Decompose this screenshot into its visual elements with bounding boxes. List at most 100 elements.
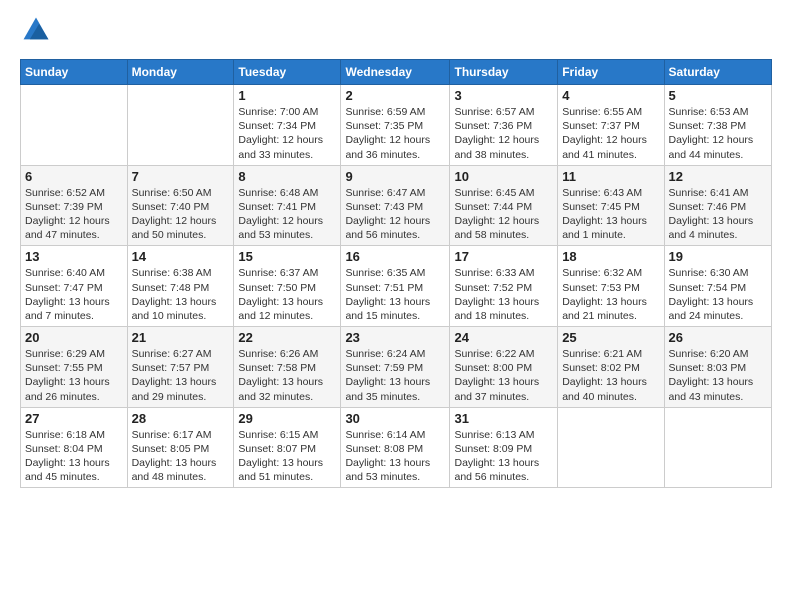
- logo-icon: [22, 16, 50, 44]
- day-number: 13: [25, 249, 123, 264]
- day-info: Sunrise: 6:14 AM Sunset: 8:08 PM Dayligh…: [345, 428, 445, 485]
- calendar-day-cell: [21, 85, 128, 166]
- calendar-day-cell: 26 Sunrise: 6:20 AM Sunset: 8:03 PM Dayli…: [664, 327, 771, 408]
- day-number: 10: [454, 169, 553, 184]
- weekday-header-cell: Saturday: [664, 60, 771, 85]
- day-info: Sunrise: 6:30 AM Sunset: 7:54 PM Dayligh…: [669, 266, 767, 323]
- calendar-day-cell: 9 Sunrise: 6:47 AM Sunset: 7:43 PM Daylig…: [341, 165, 450, 246]
- weekday-header-cell: Sunday: [21, 60, 128, 85]
- logo: [20, 16, 50, 49]
- day-number: 2: [345, 88, 445, 103]
- calendar-day-cell: 25Sunrise: 6:21 AM Sunset: 8:02 PM Dayli…: [558, 327, 664, 408]
- day-info: Sunrise: 6:38 AM Sunset: 7:48 PM Dayligh…: [132, 266, 230, 323]
- day-number: 18: [562, 249, 659, 264]
- day-number: 15: [238, 249, 336, 264]
- calendar-day-cell: 2 Sunrise: 6:59 AM Sunset: 7:35 PM Daylig…: [341, 85, 450, 166]
- day-number: 23: [345, 330, 445, 345]
- weekday-header-cell: Friday: [558, 60, 664, 85]
- day-info: Sunrise: 6:50 AM Sunset: 7:40 PM Dayligh…: [132, 186, 230, 243]
- calendar-day-cell: 4 Sunrise: 6:55 AM Sunset: 7:37 PM Daylig…: [558, 85, 664, 166]
- weekday-header-cell: Tuesday: [234, 60, 341, 85]
- calendar-day-cell: 14Sunrise: 6:38 AM Sunset: 7:48 PM Dayli…: [127, 246, 234, 327]
- day-number: 31: [454, 411, 553, 426]
- calendar-week-row: 13 Sunrise: 6:40 AM Sunset: 7:47 PM Dayli…: [21, 246, 772, 327]
- day-number: 7: [132, 169, 230, 184]
- calendar-day-cell: 15 Sunrise: 6:37 AM Sunset: 7:50 PM Dayli…: [234, 246, 341, 327]
- day-info: Sunrise: 6:27 AM Sunset: 7:57 PM Dayligh…: [132, 347, 230, 404]
- calendar-day-cell: 17 Sunrise: 6:33 AM Sunset: 7:52 PM Dayli…: [450, 246, 558, 327]
- day-info: Sunrise: 6:43 AM Sunset: 7:45 PM Dayligh…: [562, 186, 659, 243]
- day-number: 6: [25, 169, 123, 184]
- day-number: 5: [669, 88, 767, 103]
- day-number: 11: [562, 169, 659, 184]
- day-number: 19: [669, 249, 767, 264]
- calendar-day-cell: 30 Sunrise: 6:14 AM Sunset: 8:08 PM Dayli…: [341, 407, 450, 488]
- day-info: Sunrise: 6:45 AM Sunset: 7:44 PM Dayligh…: [454, 186, 553, 243]
- calendar-day-cell: 3Sunrise: 6:57 AM Sunset: 7:36 PM Daylig…: [450, 85, 558, 166]
- calendar-day-cell: 13 Sunrise: 6:40 AM Sunset: 7:47 PM Dayli…: [21, 246, 128, 327]
- day-number: 12: [669, 169, 767, 184]
- calendar-week-row: 6 Sunrise: 6:52 AM Sunset: 7:39 PM Daylig…: [21, 165, 772, 246]
- day-number: 16: [345, 249, 445, 264]
- day-info: Sunrise: 6:40 AM Sunset: 7:47 PM Dayligh…: [25, 266, 123, 323]
- calendar-body: 1 Sunrise: 7:00 AM Sunset: 7:34 PM Daylig…: [21, 85, 772, 488]
- calendar-day-cell: [558, 407, 664, 488]
- calendar-day-cell: 1 Sunrise: 7:00 AM Sunset: 7:34 PM Daylig…: [234, 85, 341, 166]
- day-number: 24: [454, 330, 553, 345]
- calendar-week-row: 1 Sunrise: 7:00 AM Sunset: 7:34 PM Daylig…: [21, 85, 772, 166]
- day-number: 4: [562, 88, 659, 103]
- calendar-day-cell: 8 Sunrise: 6:48 AM Sunset: 7:41 PM Daylig…: [234, 165, 341, 246]
- calendar-day-cell: [127, 85, 234, 166]
- day-info: Sunrise: 6:35 AM Sunset: 7:51 PM Dayligh…: [345, 266, 445, 323]
- calendar-day-cell: 10 Sunrise: 6:45 AM Sunset: 7:44 PM Dayli…: [450, 165, 558, 246]
- day-info: Sunrise: 6:41 AM Sunset: 7:46 PM Dayligh…: [669, 186, 767, 243]
- day-number: 29: [238, 411, 336, 426]
- day-info: Sunrise: 6:37 AM Sunset: 7:50 PM Dayligh…: [238, 266, 336, 323]
- page: SundayMondayTuesdayWednesdayThursdayFrid…: [0, 0, 792, 498]
- day-info: Sunrise: 6:20 AM Sunset: 8:03 PM Dayligh…: [669, 347, 767, 404]
- calendar-day-cell: 28 Sunrise: 6:17 AM Sunset: 8:05 PM Dayli…: [127, 407, 234, 488]
- day-number: 17: [454, 249, 553, 264]
- day-info: Sunrise: 6:59 AM Sunset: 7:35 PM Dayligh…: [345, 105, 445, 162]
- day-number: 22: [238, 330, 336, 345]
- calendar-day-cell: 21Sunrise: 6:27 AM Sunset: 7:57 PM Dayli…: [127, 327, 234, 408]
- weekday-header-cell: Thursday: [450, 60, 558, 85]
- day-number: 28: [132, 411, 230, 426]
- day-info: Sunrise: 6:22 AM Sunset: 8:00 PM Dayligh…: [454, 347, 553, 404]
- day-info: Sunrise: 6:32 AM Sunset: 7:53 PM Dayligh…: [562, 266, 659, 323]
- day-info: Sunrise: 6:24 AM Sunset: 7:59 PM Dayligh…: [345, 347, 445, 404]
- day-info: Sunrise: 7:00 AM Sunset: 7:34 PM Dayligh…: [238, 105, 336, 162]
- day-number: 1: [238, 88, 336, 103]
- day-number: 20: [25, 330, 123, 345]
- weekday-header-cell: Monday: [127, 60, 234, 85]
- day-info: Sunrise: 6:47 AM Sunset: 7:43 PM Dayligh…: [345, 186, 445, 243]
- day-number: 9: [345, 169, 445, 184]
- day-info: Sunrise: 6:55 AM Sunset: 7:37 PM Dayligh…: [562, 105, 659, 162]
- day-info: Sunrise: 6:29 AM Sunset: 7:55 PM Dayligh…: [25, 347, 123, 404]
- day-info: Sunrise: 6:52 AM Sunset: 7:39 PM Dayligh…: [25, 186, 123, 243]
- day-number: 26: [669, 330, 767, 345]
- calendar-day-cell: 6 Sunrise: 6:52 AM Sunset: 7:39 PM Daylig…: [21, 165, 128, 246]
- day-number: 25: [562, 330, 659, 345]
- calendar-day-cell: 31 Sunrise: 6:13 AM Sunset: 8:09 PM Dayli…: [450, 407, 558, 488]
- calendar-day-cell: 5 Sunrise: 6:53 AM Sunset: 7:38 PM Daylig…: [664, 85, 771, 166]
- calendar-day-cell: 19 Sunrise: 6:30 AM Sunset: 7:54 PM Dayli…: [664, 246, 771, 327]
- day-info: Sunrise: 6:53 AM Sunset: 7:38 PM Dayligh…: [669, 105, 767, 162]
- day-info: Sunrise: 6:13 AM Sunset: 8:09 PM Dayligh…: [454, 428, 553, 485]
- day-info: Sunrise: 6:17 AM Sunset: 8:05 PM Dayligh…: [132, 428, 230, 485]
- day-info: Sunrise: 6:48 AM Sunset: 7:41 PM Dayligh…: [238, 186, 336, 243]
- day-number: 30: [345, 411, 445, 426]
- day-number: 27: [25, 411, 123, 426]
- calendar-day-cell: 23 Sunrise: 6:24 AM Sunset: 7:59 PM Dayli…: [341, 327, 450, 408]
- day-number: 3: [454, 88, 553, 103]
- calendar-day-cell: 11 Sunrise: 6:43 AM Sunset: 7:45 PM Dayli…: [558, 165, 664, 246]
- day-info: Sunrise: 6:26 AM Sunset: 7:58 PM Dayligh…: [238, 347, 336, 404]
- day-info: Sunrise: 6:33 AM Sunset: 7:52 PM Dayligh…: [454, 266, 553, 323]
- calendar-day-cell: 12 Sunrise: 6:41 AM Sunset: 7:46 PM Dayli…: [664, 165, 771, 246]
- day-number: 8: [238, 169, 336, 184]
- calendar-week-row: 27Sunrise: 6:18 AM Sunset: 8:04 PM Dayli…: [21, 407, 772, 488]
- calendar-day-cell: 27Sunrise: 6:18 AM Sunset: 8:04 PM Dayli…: [21, 407, 128, 488]
- calendar-day-cell: 24 Sunrise: 6:22 AM Sunset: 8:00 PM Dayli…: [450, 327, 558, 408]
- calendar-day-cell: 22 Sunrise: 6:26 AM Sunset: 7:58 PM Dayli…: [234, 327, 341, 408]
- calendar-table: SundayMondayTuesdayWednesdayThursdayFrid…: [20, 59, 772, 488]
